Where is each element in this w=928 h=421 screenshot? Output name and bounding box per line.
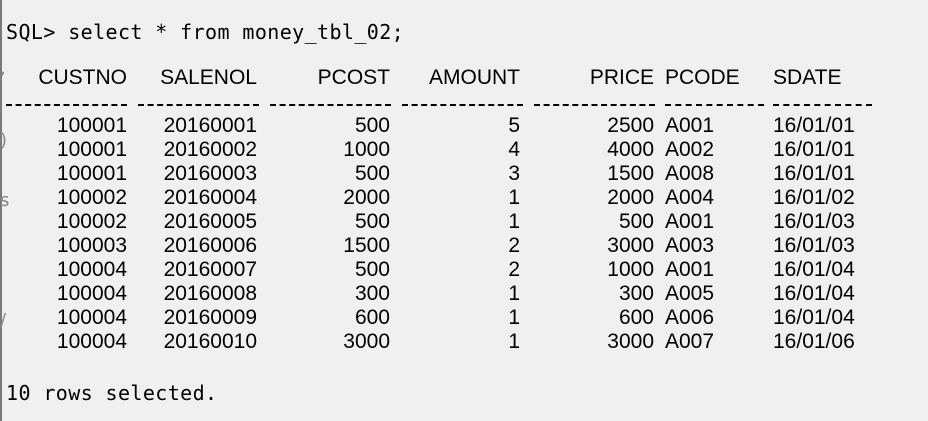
cell-salenol: 20160008	[163, 282, 257, 305]
cell-sdate: 16/01/04	[773, 258, 855, 281]
cell-pcode: A002	[665, 138, 715, 161]
cell-sdate: 16/01/03	[773, 234, 855, 257]
cell-salenol: 20160002	[163, 138, 257, 161]
cell-price: 2000	[607, 186, 654, 209]
cell-pcost: 500	[354, 162, 390, 185]
cell-pcode: A007	[665, 330, 715, 353]
cell-price: 1500	[607, 162, 654, 185]
cell-pcost: 600	[354, 306, 390, 329]
separator-dashes	[138, 104, 259, 106]
cell-amount: 5	[508, 114, 520, 137]
cell-salenol: 20160007	[163, 258, 257, 281]
cell-price: 600	[618, 306, 654, 329]
cell-custno: 100001	[56, 138, 127, 161]
cell-amount: 1	[508, 306, 520, 329]
cell-pcost: 1500	[343, 234, 390, 257]
cell-custno: 100003	[56, 234, 127, 257]
cell-custno: 100001	[56, 114, 127, 137]
column-header-sdate: SDATE	[773, 66, 842, 89]
cell-pcost: 500	[354, 258, 390, 281]
cell-pcost: 300	[354, 282, 390, 305]
cell-sdate: 16/01/01	[773, 162, 855, 185]
cell-price: 3000	[607, 330, 654, 353]
separator-dashes	[665, 104, 764, 106]
column-header-amount: AMOUNT	[429, 66, 520, 89]
cell-price: 1000	[607, 258, 654, 281]
cell-pcode: A008	[665, 162, 715, 185]
separator-dashes	[402, 104, 523, 106]
cell-custno: 100004	[56, 282, 127, 305]
separator-dashes	[534, 104, 655, 106]
cell-salenol: 20160010	[163, 330, 257, 353]
cell-salenol: 20160001	[163, 114, 257, 137]
cell-salenol: 20160003	[163, 162, 257, 185]
background-window-fragment: ,	[0, 58, 6, 79]
column-header-salenol: SALENOL	[160, 66, 257, 89]
cell-salenol: 20160004	[163, 186, 257, 209]
cell-price: 500	[618, 210, 654, 233]
cell-pcost: 2000	[343, 186, 390, 209]
cell-pcode: A004	[665, 186, 715, 209]
sql-prompt-line: SQL> select * from money_tbl_02;	[6, 20, 405, 44]
cell-sdate: 16/01/03	[773, 210, 855, 233]
cell-pcost: 500	[354, 114, 390, 137]
cell-sdate: 16/01/01	[773, 138, 855, 161]
cell-pcost: 500	[354, 210, 390, 233]
column-header-custno: CUSTNO	[38, 66, 127, 89]
cell-amount: 1	[508, 282, 520, 305]
cell-sdate: 16/01/04	[773, 306, 855, 329]
cell-amount: 2	[508, 234, 520, 257]
cell-salenol: 20160005	[163, 210, 257, 233]
column-header-pcost: PCOST	[317, 66, 390, 89]
cell-salenol: 20160006	[163, 234, 257, 257]
cell-sdate: 16/01/01	[773, 114, 855, 137]
cell-custno: 100004	[56, 258, 127, 281]
separator-dashes	[270, 104, 391, 106]
cell-custno: 100004	[56, 330, 127, 353]
cell-price: 4000	[607, 138, 654, 161]
cell-custno: 100002	[56, 210, 127, 233]
cell-pcost: 1000	[343, 138, 390, 161]
cell-custno: 100004	[56, 306, 127, 329]
cell-amount: 3	[508, 162, 520, 185]
cell-sdate: 16/01/04	[773, 282, 855, 305]
column-header-pcode: PCODE	[665, 66, 740, 89]
rows-selected-message: 10 rows selected.	[6, 381, 218, 405]
cell-pcode: A001	[665, 210, 715, 233]
cell-price: 2500	[607, 114, 654, 137]
separator-dashes	[6, 104, 127, 106]
cell-pcode: A005	[665, 282, 715, 305]
cell-amount: 2	[508, 258, 520, 281]
cell-price: 300	[618, 282, 654, 305]
cell-amount: 1	[508, 186, 520, 209]
separator-dashes	[773, 104, 872, 106]
cell-pcode: A001	[665, 114, 715, 137]
cell-pcode: A003	[665, 234, 715, 257]
cell-salenol: 20160009	[163, 306, 257, 329]
cell-sdate: 16/01/02	[773, 186, 855, 209]
cell-amount: 1	[508, 210, 520, 233]
cell-pcode: A006	[665, 306, 715, 329]
cell-amount: 4	[508, 138, 520, 161]
cell-custno: 100002	[56, 186, 127, 209]
cell-sdate: 16/01/06	[773, 330, 855, 353]
cell-custno: 100001	[56, 162, 127, 185]
cell-pcost: 3000	[343, 330, 390, 353]
cell-amount: 1	[508, 330, 520, 353]
cell-pcode: A001	[665, 258, 715, 281]
cell-price: 3000	[607, 234, 654, 257]
sqlplus-console[interactable]: , ) s / SQL> select * from money_tbl_02;…	[0, 0, 928, 421]
column-header-price: PRICE	[589, 66, 654, 89]
